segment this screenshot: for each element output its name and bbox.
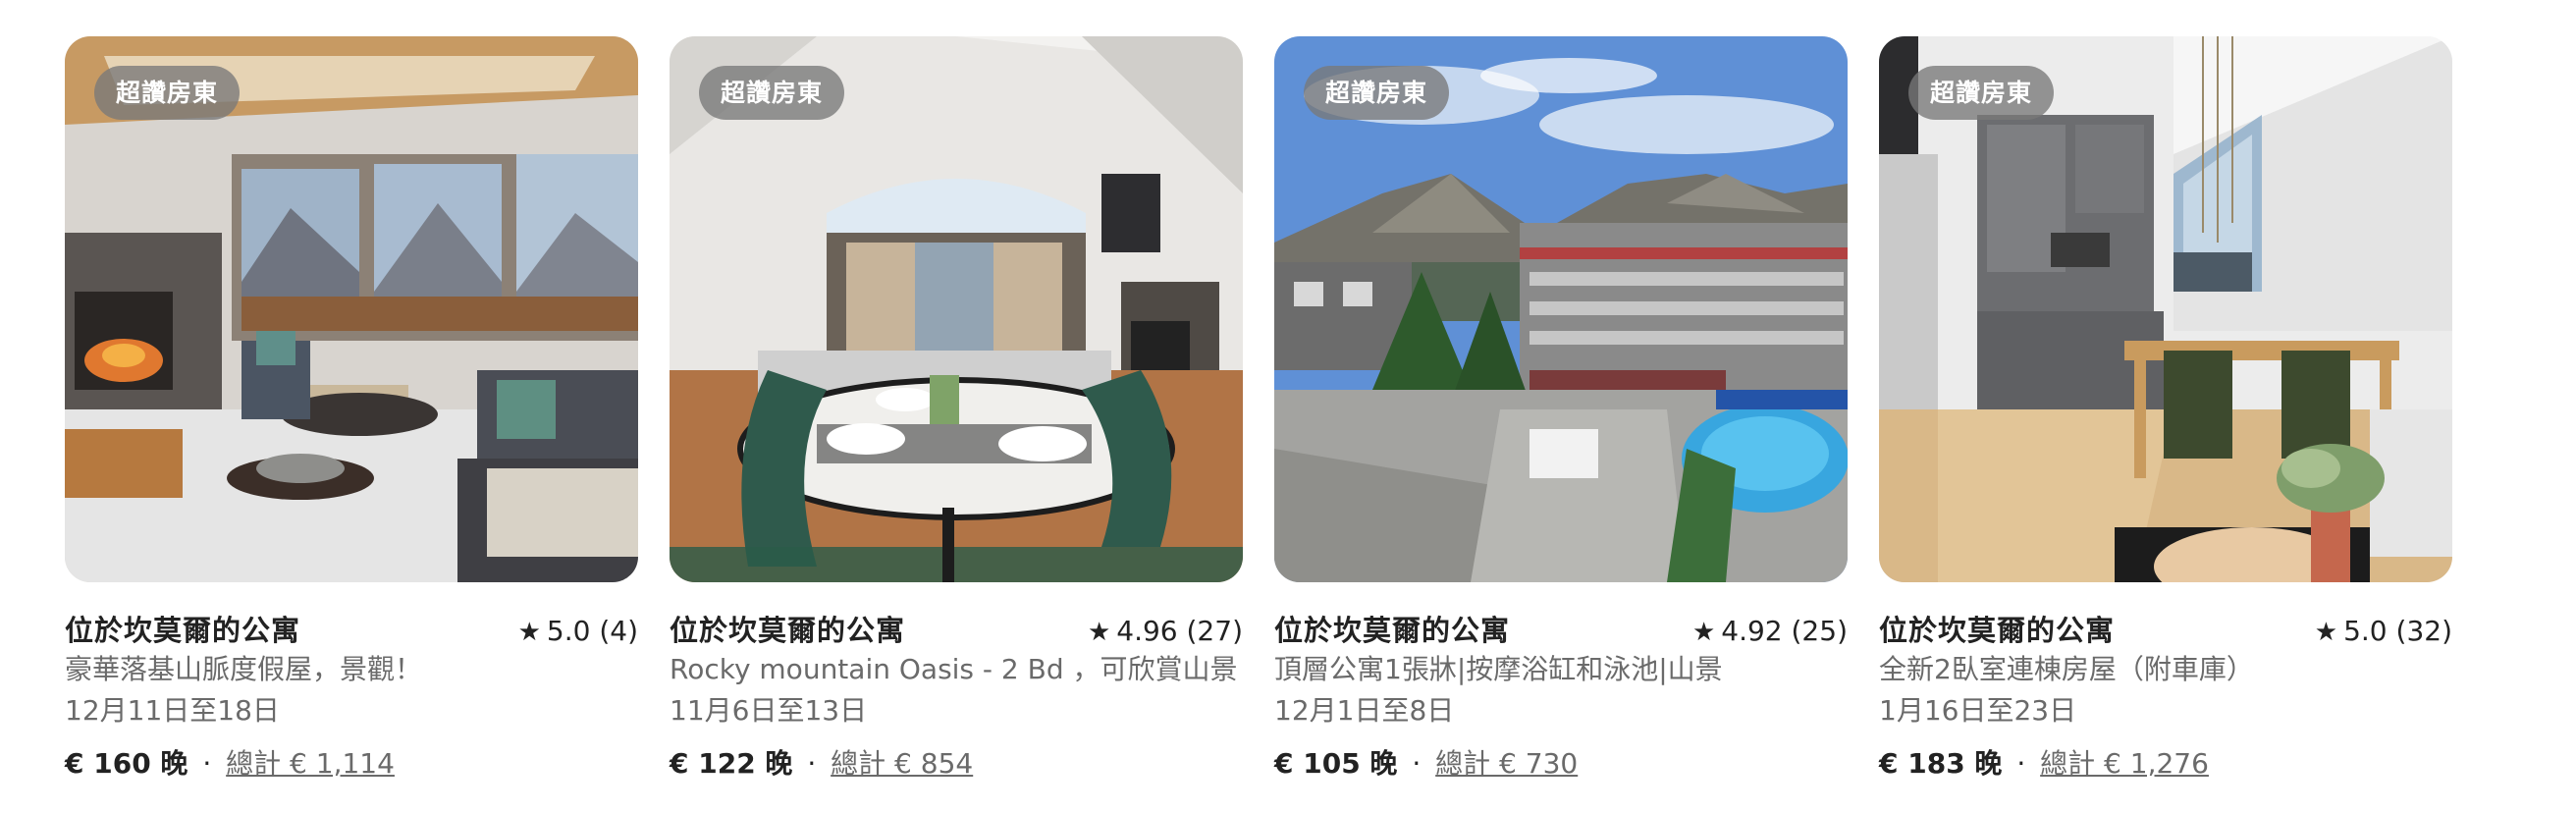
listing-dates: 12月11日至18日 [65,694,280,727]
listing-dates: 11月6日至13日 [670,694,868,727]
listing-title: 位於坎莫爾的公寓 [1879,614,2116,647]
rating-value: 5.0 (4) [546,615,638,647]
star-icon: ★ [2314,618,2338,647]
price-nightly: € 160 晚 [65,747,188,780]
listing-description: Rocky mountain Oasis - 2 Bd ，可欣賞山景 [670,653,1238,685]
price-total-link[interactable]: 總計 € 730 [1435,747,1578,780]
listing-card[interactable]: 超讚房東 位於坎莫爾的公寓 ★ 5.0 (4) 豪華落基山脈度假屋，景觀！ 12… [65,36,638,785]
price-separator: · [1412,747,1422,780]
rating-value: 4.92 (25) [1721,615,1848,647]
listing-description: 全新2臥室連棟房屋（附車庫） [1879,653,2254,685]
listing-photo[interactable]: 超讚房東 [670,36,1243,582]
listing-title: 位於坎莫爾的公寓 [65,614,301,647]
listing-price: € 183 晚 · 總計 € 1,276 [1879,743,2452,785]
listing-photo[interactable]: 超讚房東 [65,36,638,582]
listing-info: 位於坎莫爾的公寓 ★ 5.0 (4) 豪華落基山脈度假屋，景觀！ 12月11日至… [65,608,638,785]
listing-dates: 1月16日至23日 [1879,694,2077,727]
listing-description: 頂層公寓1張牀|按摩浴缸和泳池|山景 [1274,653,1723,685]
listing-info: 位於坎莫爾的公寓 ★ 4.96 (27) Rocky mountain Oasi… [670,608,1243,785]
superhost-badge: 超讚房東 [699,66,845,120]
listings-grid: 超讚房東 位於坎莫爾的公寓 ★ 5.0 (4) 豪華落基山脈度假屋，景觀！ 12… [0,0,2576,813]
listing-photo[interactable]: 超讚房東 [1879,36,2452,582]
listing-dates: 12月1日至8日 [1274,694,1455,727]
listing-card[interactable]: 超讚房東 位於坎莫爾的公寓 ★ 4.96 (27) Rocky mountain… [670,36,1243,785]
listing-info: 位於坎莫爾的公寓 ★ 5.0 (32) 全新2臥室連棟房屋（附車庫） 1月16日… [1879,608,2452,785]
listing-rating: ★ 5.0 (4) [518,615,638,647]
listing-price: € 160 晚 · 總計 € 1,114 [65,743,638,785]
listing-description: 豪華落基山脈度假屋，景觀！ [65,653,423,685]
price-nightly: € 183 晚 [1879,747,2003,780]
rating-value: 4.96 (27) [1116,615,1243,647]
star-icon: ★ [1691,618,1716,647]
price-total-link[interactable]: 總計 € 1,114 [226,747,395,780]
superhost-badge: 超讚房東 [1908,66,2055,120]
price-nightly: € 105 晚 [1274,747,1398,780]
listing-card[interactable]: 超讚房東 位於坎莫爾的公寓 ★ 4.92 (25) 頂層公寓1張牀|按摩浴缸和泳… [1274,36,1848,785]
star-icon: ★ [1087,618,1111,647]
price-separator: · [202,747,212,780]
price-total-link[interactable]: 總計 € 854 [831,747,973,780]
superhost-badge: 超讚房東 [1304,66,1450,120]
price-total-link[interactable]: 總計 € 1,276 [2040,747,2209,780]
listing-photo[interactable]: 超讚房東 [1274,36,1848,582]
price-separator: · [2016,747,2026,780]
star-icon: ★ [517,618,541,647]
superhost-badge: 超讚房東 [94,66,241,120]
listing-title: 位於坎莫爾的公寓 [1274,614,1511,647]
listing-price: € 122 晚 · 總計 € 854 [670,743,1243,785]
listing-card[interactable]: 超讚房東 位於坎莫爾的公寓 ★ 5.0 (32) 全新2臥室連棟房屋（附車庫） … [1879,36,2452,785]
listing-info: 位於坎莫爾的公寓 ★ 4.92 (25) 頂層公寓1張牀|按摩浴缸和泳池|山景 … [1274,608,1848,785]
price-nightly: € 122 晚 [670,747,793,780]
price-separator: · [807,747,817,780]
rating-value: 5.0 (32) [2343,615,2452,647]
listing-rating: ★ 5.0 (32) [2315,615,2452,647]
listing-rating: ★ 4.92 (25) [1692,615,1848,647]
listing-rating: ★ 4.96 (27) [1088,615,1243,647]
listing-price: € 105 晚 · 總計 € 730 [1274,743,1848,785]
listing-title: 位於坎莫爾的公寓 [670,614,906,647]
